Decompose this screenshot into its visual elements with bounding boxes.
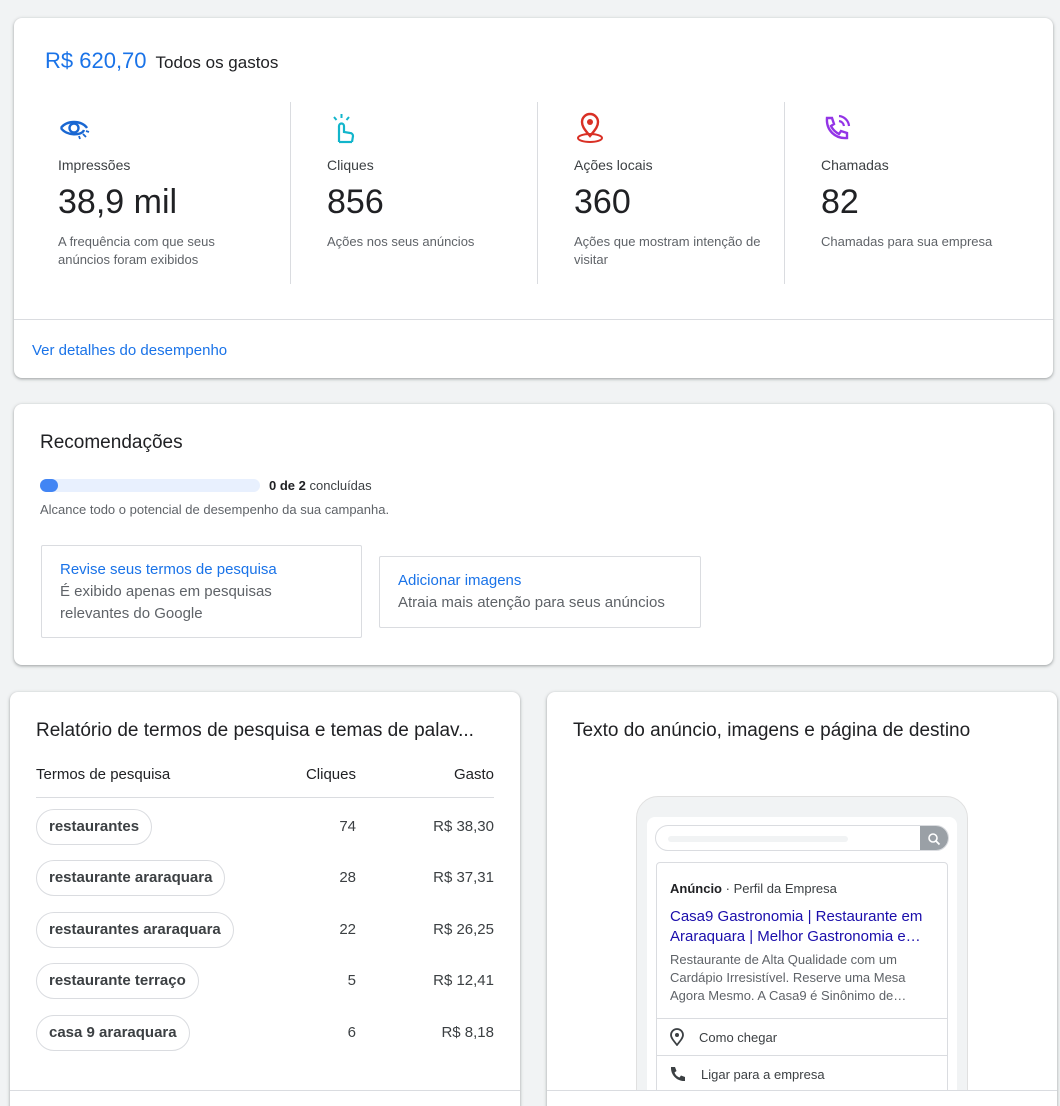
- clicks-cell: 5: [347, 972, 356, 989]
- metric-local-actions: Ações locais 360 Ações que mostram inten…: [538, 102, 785, 284]
- ad-action-label: Como chegar: [699, 1029, 778, 1045]
- metric-description: Ações que mostram intenção de visitar: [574, 234, 761, 267]
- performance-details-link[interactable]: Ver detalhes do desempenho: [32, 342, 227, 359]
- recommendation-description: É exibido apenas em pesquisas relevantes…: [60, 583, 272, 622]
- metric-value: 38,9 mil: [58, 183, 178, 221]
- table-row: restaurante araraquara 28 R$ 37,31: [36, 860, 494, 896]
- clicks-cell: 6: [347, 1024, 356, 1041]
- search-terms-title: Relatório de termos de pesquisa e temas …: [36, 720, 474, 741]
- clicks-cell: 74: [339, 818, 356, 835]
- clicks-cell: 28: [339, 869, 356, 886]
- ad-label: Anúncio: [670, 881, 722, 896]
- performance-footer: Ver detalhes do desempenho: [14, 319, 1053, 378]
- ad-preview-title: Texto do anúncio, imagens e página de de…: [573, 720, 971, 741]
- recommendation-description: Atraia mais atenção para seus anúncios: [398, 594, 665, 611]
- ad-headline[interactable]: Casa9 Gastronomia | Restaurante em Arara…: [670, 907, 940, 947]
- recommendations-title: Recomendações: [40, 432, 183, 453]
- recommendations-progress: 0 de 2 concluídas: [40, 478, 372, 493]
- metric-description: A frequência com que seus anúncios foram…: [58, 234, 215, 267]
- recommendations-card: Recomendações 0 de 2 concluídas Alcance …: [14, 404, 1053, 665]
- ad-preview-footer-divider: [547, 1090, 1057, 1106]
- table-row: restaurantes 74 R$ 38,30: [36, 809, 494, 845]
- column-header-clicks: Cliques: [305, 766, 356, 783]
- search-term-chip[interactable]: casa 9 araraquara: [36, 1015, 190, 1051]
- search-icon: [920, 826, 948, 850]
- metric-value: 856: [327, 183, 384, 221]
- cost-cell: R$ 12,41: [433, 972, 494, 989]
- eye-icon: [58, 112, 90, 144]
- table-row: restaurantes araraquara 22 R$ 26,25: [36, 912, 494, 948]
- progress-suffix: concluídas: [309, 478, 372, 493]
- table-header: Termos de pesquisa Cliques Gasto: [36, 764, 494, 798]
- ad-header: Anúncio · Perfil da Empresa: [670, 881, 837, 896]
- recommendations-description: Alcance todo o potencial de desempenho d…: [40, 502, 390, 517]
- metric-value: 82: [821, 183, 859, 221]
- cost-cell: R$ 37,31: [433, 869, 494, 886]
- metric-clicks: Cliques 856 Ações nos seus anúncios: [291, 102, 538, 284]
- progress-count: 0 de 2: [269, 478, 306, 493]
- ad-description: Restaurante de Alta Qualidade com um Car…: [670, 952, 907, 1003]
- ad-source: · Perfil da Empresa: [725, 881, 837, 896]
- recommendation-title[interactable]: Adicionar imagens: [398, 570, 682, 592]
- metric-description: Ações nos seus anúncios: [327, 234, 475, 249]
- phone-screen: Anúncio · Perfil da Empresa Casa9 Gastro…: [647, 817, 957, 1106]
- search-term-chip[interactable]: restaurante araraquara: [36, 860, 226, 896]
- ad-action-call[interactable]: Ligar para a empresa: [657, 1055, 947, 1092]
- progress-label: 0 de 2 concluídas: [269, 478, 372, 493]
- search-term-chip[interactable]: restaurante terraço: [36, 963, 199, 999]
- mock-search-placeholder: [668, 836, 848, 842]
- metric-label: Impressões: [58, 157, 131, 173]
- table-row: casa 9 araraquara 6 R$ 8,18: [36, 1015, 494, 1051]
- search-term-chip[interactable]: restaurantes: [36, 809, 153, 845]
- recommendation-review-search-terms[interactable]: Revise seus termos de pesquisa É exibido…: [41, 545, 362, 638]
- ad-result: Anúncio · Perfil da Empresa Casa9 Gastro…: [656, 862, 948, 1106]
- ad-preview-card: Texto do anúncio, imagens e página de de…: [547, 692, 1057, 1106]
- mock-search-bar: [655, 825, 949, 851]
- performance-card: R$ 620,70 Todos os gastos Impressões 38,…: [14, 18, 1053, 378]
- location-pin-icon: [574, 112, 606, 144]
- metric-value: 360: [574, 183, 631, 221]
- ad-action-directions[interactable]: Como chegar: [657, 1018, 947, 1055]
- clicks-cell: 22: [339, 921, 356, 938]
- progress-bar-fill: [40, 479, 58, 492]
- phone-icon: [670, 1067, 685, 1082]
- table-row: restaurante terraço 5 R$ 12,41: [36, 963, 494, 999]
- tap-icon: [327, 112, 359, 144]
- phone-mockup: Anúncio · Perfil da Empresa Casa9 Gastro…: [636, 796, 968, 1106]
- recommendation-title[interactable]: Revise seus termos de pesquisa: [60, 559, 343, 581]
- ad-action-label: Ligar para a empresa: [701, 1066, 825, 1082]
- phone-call-icon: [821, 112, 853, 144]
- cost-cell: R$ 38,30: [433, 818, 494, 835]
- cost-cell: R$ 26,25: [433, 921, 494, 938]
- metrics-row: Impressões 38,9 mil A frequência com que…: [44, 102, 1032, 284]
- metric-label: Chamadas: [821, 157, 889, 173]
- metric-impressions: Impressões 38,9 mil A frequência com que…: [44, 102, 291, 284]
- column-header-term: Termos de pesquisa: [36, 766, 171, 783]
- column-header-cost: Gasto: [453, 766, 494, 783]
- progress-bar: [40, 479, 260, 492]
- search-term-chip[interactable]: restaurantes araraquara: [36, 912, 234, 948]
- search-terms-card: Relatório de termos de pesquisa e temas …: [10, 692, 520, 1106]
- metric-label: Ações locais: [574, 157, 653, 173]
- recommendation-add-images[interactable]: Adicionar imagens Atraia mais atenção pa…: [379, 556, 701, 628]
- metric-calls: Chamadas 82 Chamadas para sua empresa: [785, 102, 1032, 284]
- cost-cell: R$ 8,18: [441, 1024, 494, 1041]
- spend-summary: R$ 620,70 Todos os gastos: [45, 48, 278, 74]
- spend-label: Todos os gastos: [155, 53, 279, 72]
- spend-amount: R$ 620,70: [45, 48, 147, 73]
- location-pin-icon: [670, 1028, 684, 1046]
- search-terms-footer-divider: [10, 1090, 520, 1091]
- metric-description: Chamadas para sua empresa: [821, 234, 993, 249]
- metric-label: Cliques: [327, 157, 374, 173]
